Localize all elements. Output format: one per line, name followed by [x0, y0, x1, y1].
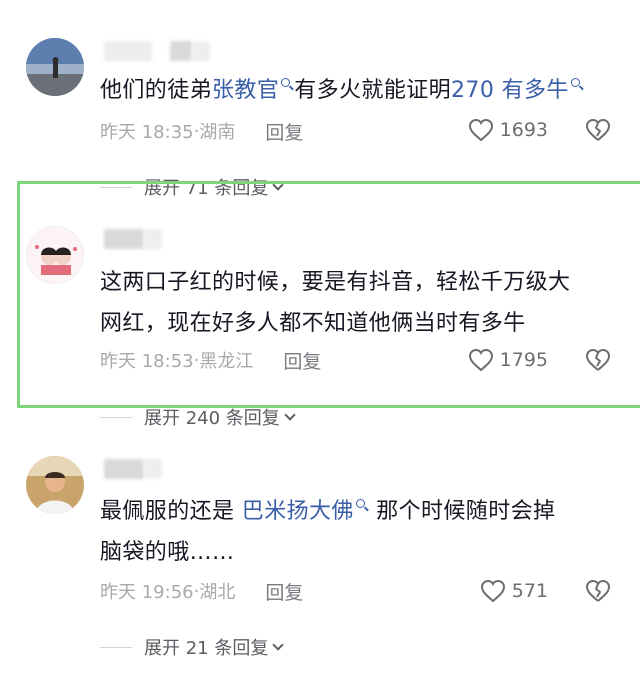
- like-count: 1693: [499, 119, 548, 141]
- expand-replies-button[interactable]: 展开 71 条回复: [100, 176, 285, 199]
- divider: [100, 186, 132, 188]
- like-count: 571: [511, 580, 548, 602]
- chevron-down-icon: [272, 638, 285, 651]
- like-button[interactable]: 1795: [468, 347, 548, 373]
- heart-icon: [468, 348, 493, 372]
- heart-icon: [468, 118, 493, 142]
- comment-item: 最佩服的还是 巴米扬大佛 那个时候随时会掉 脑袋的哦…… 昨天 19:56 · 湖北…: [0, 0, 640, 659]
- comment-text: 他们的徒弟张教官 有多火就能证明270 有多牛: [100, 70, 620, 111]
- reply-button[interactable]: 回复: [283, 347, 321, 374]
- search-icon: [281, 78, 291, 87]
- location: 黑龙江: [199, 351, 254, 372]
- comment-text: 最佩服的还是 巴米扬大佛 那个时候随时会掉 脑袋的哦……: [100, 491, 620, 573]
- broken-heart-icon[interactable]: [584, 347, 612, 373]
- comment-meta: 昨天 19:56 · 湖北 回复: [100, 578, 303, 605]
- topic-link-label: 巴米扬大佛: [241, 499, 354, 524]
- user-name[interactable]: [104, 458, 162, 480]
- comment-meta: 昨天 18:53 · 黑龙江 回复: [100, 347, 321, 374]
- comment-text-line: 网红，现在好多人都不知道他俩当时有多牛: [100, 311, 526, 336]
- topic-link[interactable]: 张教官: [212, 78, 294, 103]
- avatar[interactable]: [26, 38, 84, 96]
- avatar[interactable]: [26, 226, 84, 284]
- comment-text-part: 最佩服的还是: [100, 499, 242, 524]
- comment-text-line: 最佩服的还是 巴米扬大佛 那个时候随时会掉: [100, 491, 620, 532]
- location: 湖南: [199, 122, 236, 143]
- topic-link-label: 270 有多牛: [451, 78, 569, 103]
- broken-heart-icon[interactable]: [584, 117, 612, 143]
- expand-replies-button[interactable]: 展开 21 条回复: [100, 636, 285, 659]
- like-button[interactable]: 1693: [468, 117, 548, 143]
- timestamp: 昨天 18:53: [100, 351, 194, 372]
- comment-text-part: 那个时候随时会掉: [368, 499, 556, 524]
- reply-button[interactable]: 回复: [265, 578, 303, 605]
- user-name[interactable]: [104, 40, 210, 62]
- like-count: 1795: [499, 349, 548, 371]
- expand-label: 展开 21 条回复: [144, 638, 269, 659]
- search-icon: [570, 78, 580, 87]
- topic-link[interactable]: 270 有多牛: [451, 78, 584, 103]
- user-name[interactable]: [104, 228, 162, 250]
- search-icon: [355, 499, 365, 508]
- timestamp: 昨天 19:56: [100, 582, 194, 603]
- location: 湖北: [199, 582, 236, 603]
- heart-icon: [480, 579, 505, 603]
- expand-label: 展开 71 条回复: [144, 178, 269, 199]
- reply-button[interactable]: 回复: [265, 118, 303, 145]
- comment-text: 这两口子红的时候，要是有抖音，轻松千万级大 网红，现在好多人都不知道他俩当时有多…: [100, 262, 620, 344]
- expand-replies-button[interactable]: 展开 240 条回复: [100, 406, 296, 429]
- topic-link[interactable]: 巴米扬大佛: [242, 499, 369, 524]
- comment-text-line: 脑袋的哦……: [100, 540, 235, 565]
- chevron-down-icon: [272, 178, 285, 191]
- avatar[interactable]: [26, 456, 84, 514]
- chevron-down-icon: [284, 408, 296, 421]
- like-button[interactable]: 571: [480, 578, 548, 604]
- comment-text-line: 这两口子红的时候，要是有抖音，轻松千万级大: [100, 270, 571, 295]
- expand-label: 展开 240 条回复: [144, 408, 280, 429]
- comment-text-part: 有多火就能证明: [294, 78, 452, 103]
- divider: [100, 646, 132, 648]
- comment-item: 他们的徒弟张教官 有多火就能证明270 有多牛 昨天 18:35 · 湖南 回复 16…: [0, 0, 640, 199]
- topic-link-label: 张教官: [212, 78, 280, 103]
- broken-heart-icon[interactable]: [584, 578, 612, 604]
- divider: [100, 416, 132, 418]
- timestamp: 昨天 18:35: [100, 122, 194, 143]
- comment-meta: 昨天 18:35 · 湖南 回复: [100, 118, 303, 145]
- comment-text-part: 他们的徒弟: [100, 78, 213, 103]
